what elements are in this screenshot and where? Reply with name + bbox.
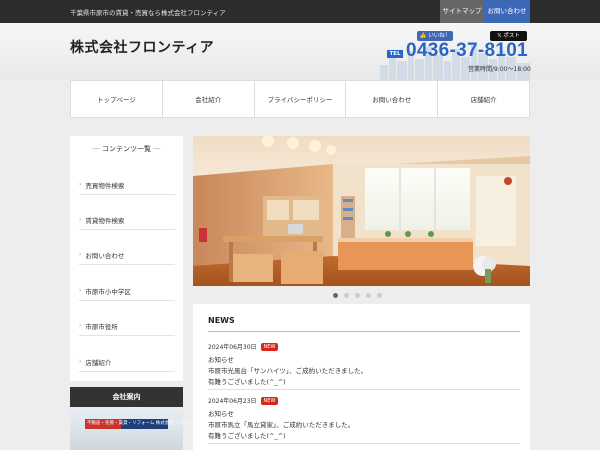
top-contact-button[interactable]: お問い合わせ	[484, 0, 530, 23]
phone-number[interactable]: 0436-37-8101	[406, 40, 528, 62]
dash-decoration: ---	[153, 145, 161, 153]
x-logo-icon: 𝕏	[497, 33, 502, 39]
new-badge: NEW	[260, 342, 279, 351]
thumbs-up-icon: 👍	[419, 33, 427, 39]
news-date: 2024年06月30日	[208, 344, 257, 351]
news-body: 市原市馬立「馬立貸家」、ご成約いただきました。	[208, 421, 355, 429]
sidebar-item-city-hall[interactable]: › 市原市役所	[79, 316, 175, 336]
news-item: 2024年06月30日 NEW お知らせ 市原市光風台「サンハイツ」、ご成約いた…	[208, 342, 520, 386]
new-badge: NEW	[260, 396, 279, 405]
sidebar: --- コンテンツ一覧 --- › 売買物件検索 › 賃貸物件検索 › お問い合…	[70, 136, 183, 381]
store-photo[interactable]: 不動産・売買・賃貸・リフォーム 株式会社 フロンティア	[70, 407, 202, 450]
site-tagline: 千葉県市原市の賃貸・売買なら株式会社フロンティア	[70, 9, 226, 17]
slider-dot[interactable]	[344, 293, 349, 298]
sidebar-item-store[interactable]: › 店舗紹介	[79, 352, 175, 372]
chevron-right-icon: ›	[79, 251, 82, 258]
chevron-right-icon: ›	[79, 216, 82, 223]
chevron-right-icon: ›	[79, 181, 82, 188]
sidebar-item-school-district[interactable]: › 市原市小中学区	[79, 281, 175, 301]
news-category: お知らせ	[208, 356, 234, 364]
sidebar-item-rental-search[interactable]: › 賃貸物件検索	[79, 210, 175, 230]
hero-slider[interactable]	[193, 136, 530, 286]
sidebar-title: --- コンテンツ一覧 ---	[92, 145, 161, 153]
slider-dot[interactable]	[355, 293, 360, 298]
nav-item-contact[interactable]: お問い合わせ	[346, 81, 439, 117]
news-body: 市原市光風台「サンハイツ」、ご成約いただきました。	[208, 367, 368, 375]
slider-dot[interactable]	[377, 293, 382, 298]
news-thanks: 有難うございました(^_^)	[208, 378, 286, 386]
news-category: お知らせ	[208, 410, 234, 418]
site-header: 株式会社フロンティア 👍 いいね！ 𝕏 ポスト TEL 0436-37-8101…	[0, 23, 600, 80]
slider-dots	[333, 293, 382, 298]
interior-photo	[193, 136, 530, 286]
news-item: 2024年06月23日 NEW お知らせ 市原市馬立「馬立貸家」、ご成約いただき…	[208, 396, 520, 440]
business-hours: 営業時間/9:00〜18:00	[468, 66, 531, 73]
dash-decoration: ---	[92, 145, 102, 153]
chevron-right-icon: ›	[79, 322, 82, 329]
global-nav: トップページ 会社紹介 プライバシーポリシー お問い合わせ 店舗紹介	[70, 80, 530, 118]
news-thanks: 有難うございました(^_^)	[208, 432, 286, 440]
nav-item-company[interactable]: 会社紹介	[163, 81, 255, 117]
news-divider	[208, 389, 520, 390]
news-date-row: 2024年06月30日 NEW	[208, 342, 520, 351]
company-info-heading: 会社案内	[70, 387, 183, 407]
nav-item-store[interactable]: 店舗紹介	[438, 81, 529, 117]
sitemap-button[interactable]: サイトマップ	[440, 0, 484, 23]
slider-dot-active[interactable]	[333, 293, 338, 298]
company-logo[interactable]: 株式会社フロンティア	[70, 37, 214, 57]
top-bar: 千葉県市原市の賃貸・売買なら株式会社フロンティア サイトマップ お問い合わせ	[0, 0, 600, 23]
news-divider	[208, 443, 520, 444]
news-heading-rule	[208, 331, 520, 332]
chevron-right-icon: ›	[79, 287, 82, 294]
sidebar-item-sale-search[interactable]: › 売買物件検索	[79, 175, 175, 195]
news-heading: NEWS	[208, 316, 235, 325]
tel-badge: TEL	[387, 50, 403, 58]
shop-sign-text: 不動産・売買・賃貸・リフォーム 株式会社 フロンティア	[87, 421, 202, 426]
news-date-row: 2024年06月23日 NEW	[208, 396, 520, 405]
sidebar-item-contact[interactable]: › お問い合わせ	[79, 245, 175, 265]
chevron-right-icon: ›	[79, 358, 82, 365]
slider-dot[interactable]	[366, 293, 371, 298]
nav-item-privacy[interactable]: プライバシーポリシー	[255, 81, 347, 117]
news-date: 2024年06月23日	[208, 398, 257, 405]
news-section: NEWS 2024年06月30日 NEW お知らせ 市原市光風台「サンハイツ」、…	[193, 304, 530, 450]
nav-item-top[interactable]: トップページ	[71, 81, 163, 117]
